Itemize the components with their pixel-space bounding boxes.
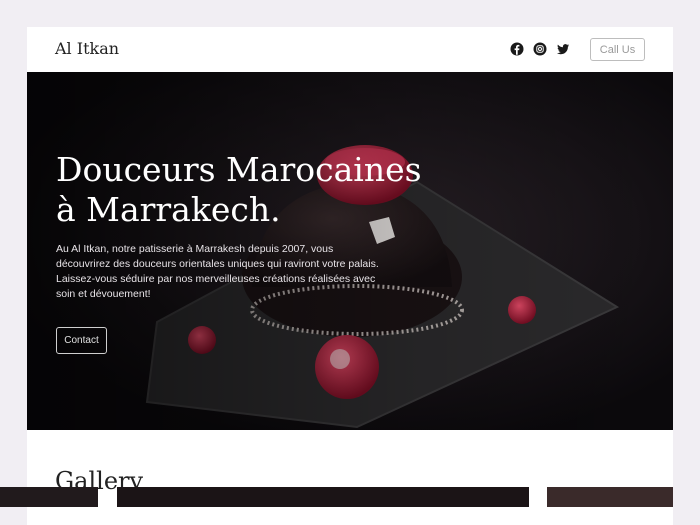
hero-description-line: découvrirez des douceurs orientales uniq… — [56, 258, 379, 270]
hero-description: Au Al Itkan, notre patisserie à Marrakes… — [56, 242, 426, 302]
facebook-icon[interactable] — [510, 42, 524, 56]
hero-title-line-2: à Marrakech. — [56, 190, 281, 229]
gallery-image[interactable] — [0, 487, 98, 507]
hero-section: Douceurs Marocaines à Marrakech. Au Al I… — [27, 72, 673, 430]
call-us-button[interactable]: Call Us — [590, 38, 645, 61]
hero-description-line: Au Al Itkan, notre patisserie à Marrakes… — [56, 243, 334, 255]
gallery-image[interactable] — [547, 487, 673, 507]
instagram-icon[interactable] — [533, 42, 547, 56]
contact-button[interactable]: Contact — [56, 327, 107, 354]
hero-title-line-1: Douceurs Marocaines — [56, 150, 422, 189]
hero-description-line: soin et dévouement! — [56, 288, 151, 300]
hero-title: Douceurs Marocaines à Marrakech. — [56, 150, 476, 230]
twitter-icon[interactable] — [556, 42, 570, 56]
brand-logo[interactable]: Al Itkan — [55, 39, 119, 58]
site-header: Al Itkan Call Us — [27, 27, 673, 72]
page-card: Al Itkan Call Us Douceurs Marocaines à M… — [27, 27, 673, 525]
hero-description-line: Laissez-vous séduire par nos merveilleus… — [56, 273, 376, 285]
gallery-image[interactable] — [117, 487, 529, 507]
